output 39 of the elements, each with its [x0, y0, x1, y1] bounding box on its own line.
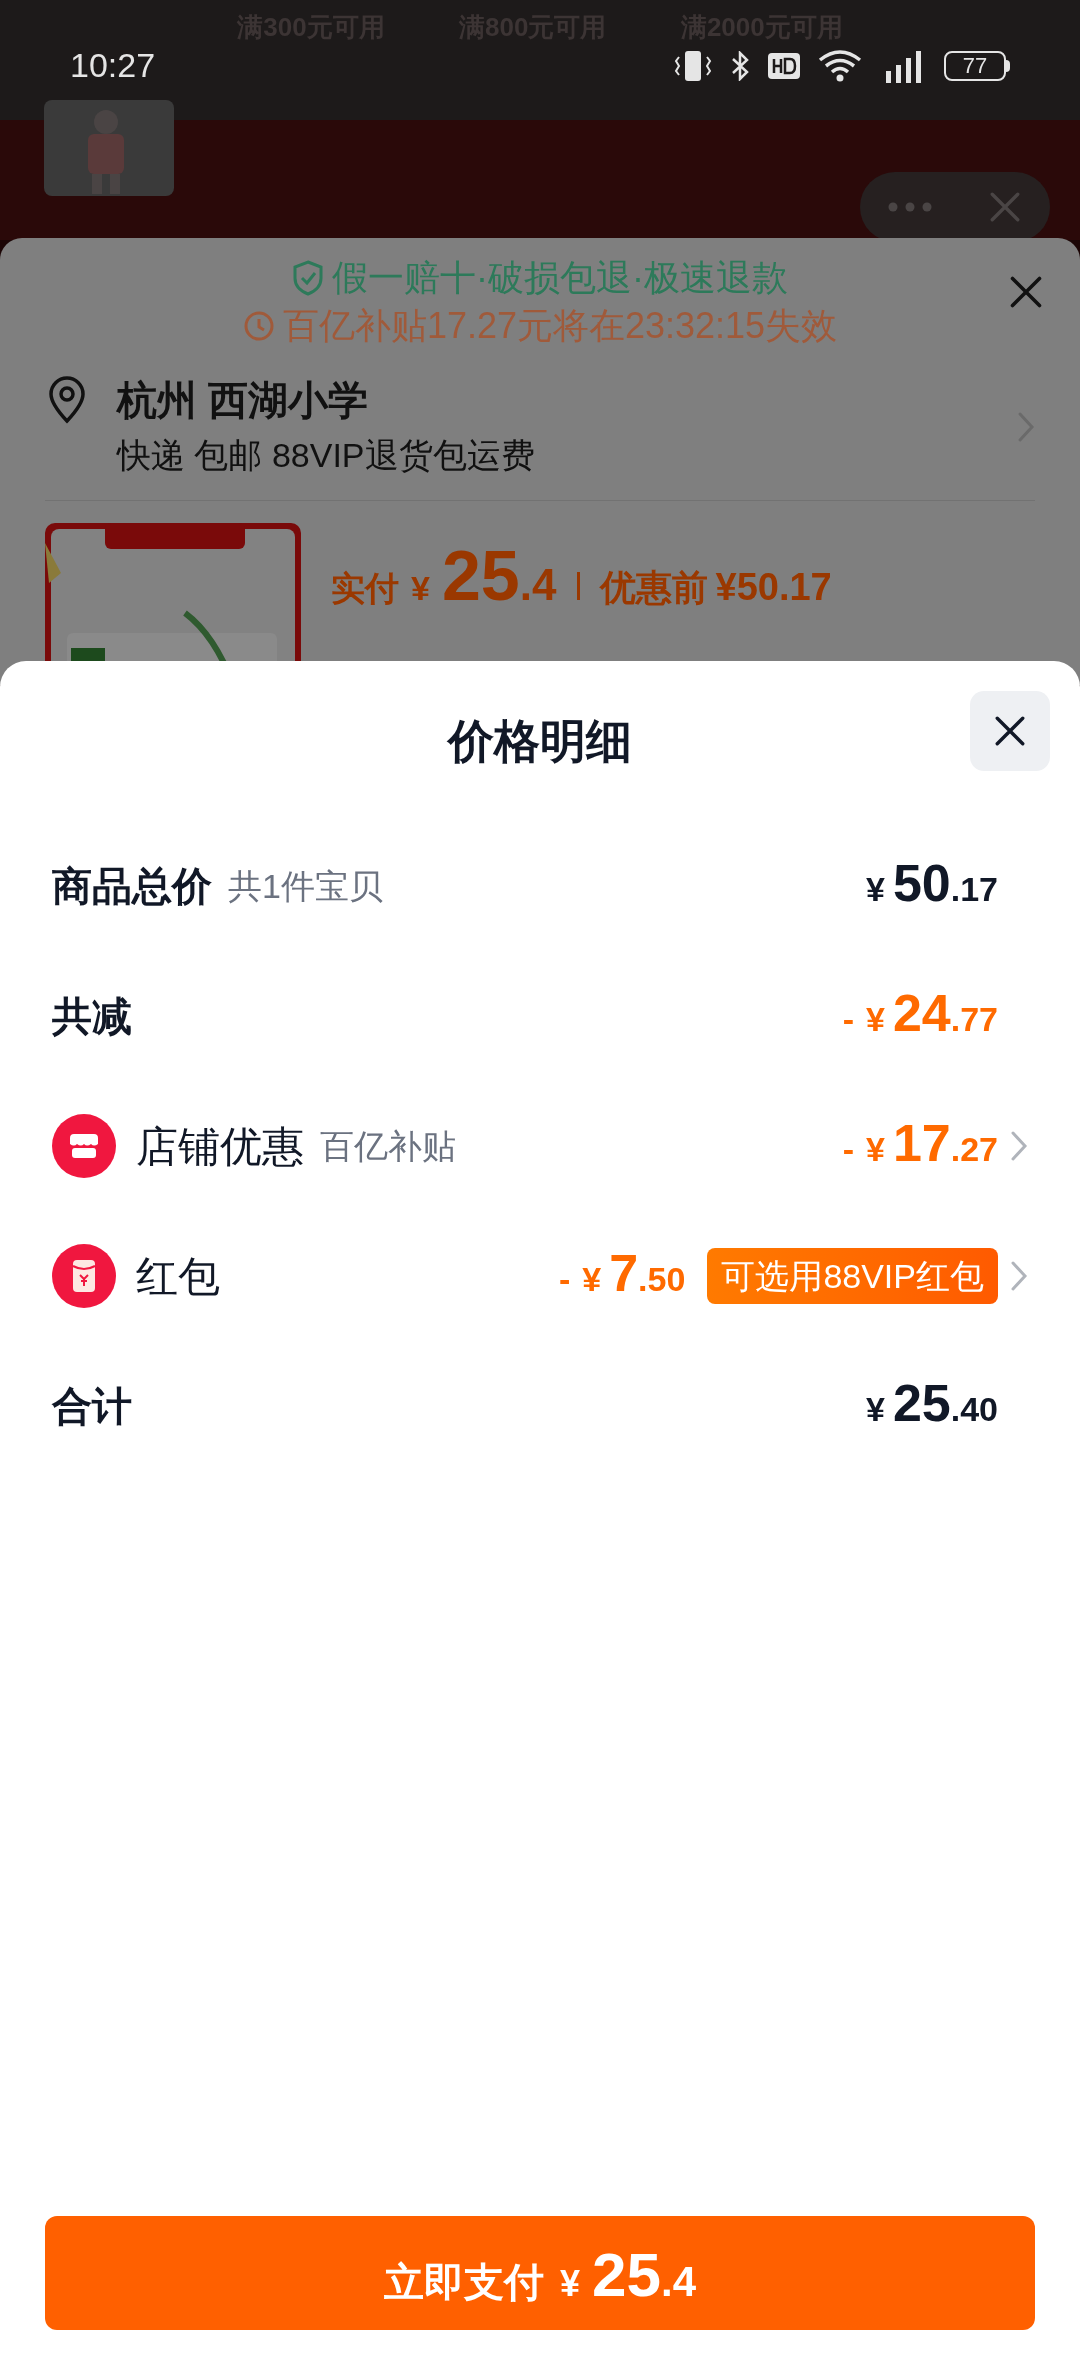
before-discount-label: 优惠前 — [599, 566, 708, 610]
close-icon — [993, 714, 1027, 748]
amount: ¥25.40 — [865, 1377, 998, 1434]
chevron-right-icon — [1010, 1260, 1028, 1292]
address-title: 杭州 西湖小学 — [117, 377, 370, 424]
sheet-title: 价格明细 — [448, 713, 632, 769]
close-icon — [988, 190, 1022, 224]
status-time: 10:27 — [70, 45, 156, 86]
row-label: 红包 — [136, 1251, 220, 1302]
clock-icon — [242, 310, 275, 342]
before-discount-price: ¥50.17 — [715, 565, 832, 610]
row-note: 百亿补贴 — [320, 1125, 456, 1167]
bluetooth-icon — [730, 50, 750, 81]
paid-label: 实付 — [331, 568, 399, 609]
delivery-info: 快递 包邮 88VIP退货包运费 — [117, 435, 536, 476]
wifi-icon — [818, 49, 862, 82]
close-icon — [1008, 274, 1044, 310]
shield-check-icon — [292, 260, 324, 296]
battery-level: 77 — [962, 54, 988, 77]
row-note: 共1件宝贝 — [228, 865, 383, 907]
amount: - ¥24.77 — [842, 987, 998, 1044]
amount: - ¥7.50 — [558, 1247, 686, 1304]
amount: - ¥17.27 — [842, 1117, 998, 1174]
vip-coupon-tag[interactable]: 可选用88VIP红包 — [707, 1248, 998, 1304]
hd-icon — [768, 52, 800, 79]
row-label: 店铺优惠 — [136, 1121, 304, 1172]
subsidy-countdown: 百亿补贴17.27元将在23:32:15失效 — [282, 304, 838, 348]
row-label: 商品总价 — [52, 863, 212, 910]
guarantee-text: 假一赔十·破损包退·极速退款 — [332, 256, 788, 300]
envelope-icon — [52, 1244, 116, 1308]
row-label: 合计 — [52, 1383, 132, 1430]
pay-now-button[interactable]: 立即支付 ¥ 25.4 — [45, 2216, 1035, 2330]
row-label: 共减 — [52, 993, 132, 1040]
amount: ¥50.17 — [865, 857, 998, 914]
shop-icon — [52, 1114, 116, 1178]
vibrate-icon — [674, 50, 712, 81]
close-button[interactable] — [970, 691, 1050, 771]
chevron-right-icon — [1010, 1130, 1028, 1162]
paid-price: ¥ 25.4 — [411, 541, 557, 617]
